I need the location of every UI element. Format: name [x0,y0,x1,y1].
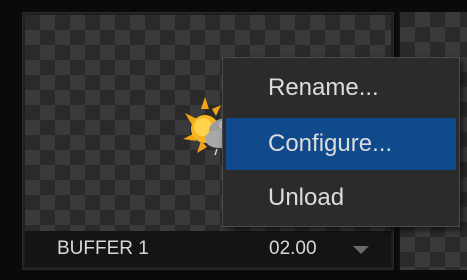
menu-item-rename[interactable]: Rename... [226,62,456,114]
buffer-name: BUFFER 1 [57,238,149,259]
caret-down-icon[interactable] [353,246,369,254]
context-menu: Rename... Configure... Unload [222,57,460,227]
media-buffer-panel: BUFFER 1 02.00 Rename... Configure... Un… [0,0,467,280]
buffer-duration[interactable]: 02.00 [269,238,317,260]
menu-item-configure[interactable]: Configure... [226,118,456,170]
menu-item-unload[interactable]: Unload [226,172,456,224]
buffer-footer: BUFFER 1 02.00 [25,231,391,267]
